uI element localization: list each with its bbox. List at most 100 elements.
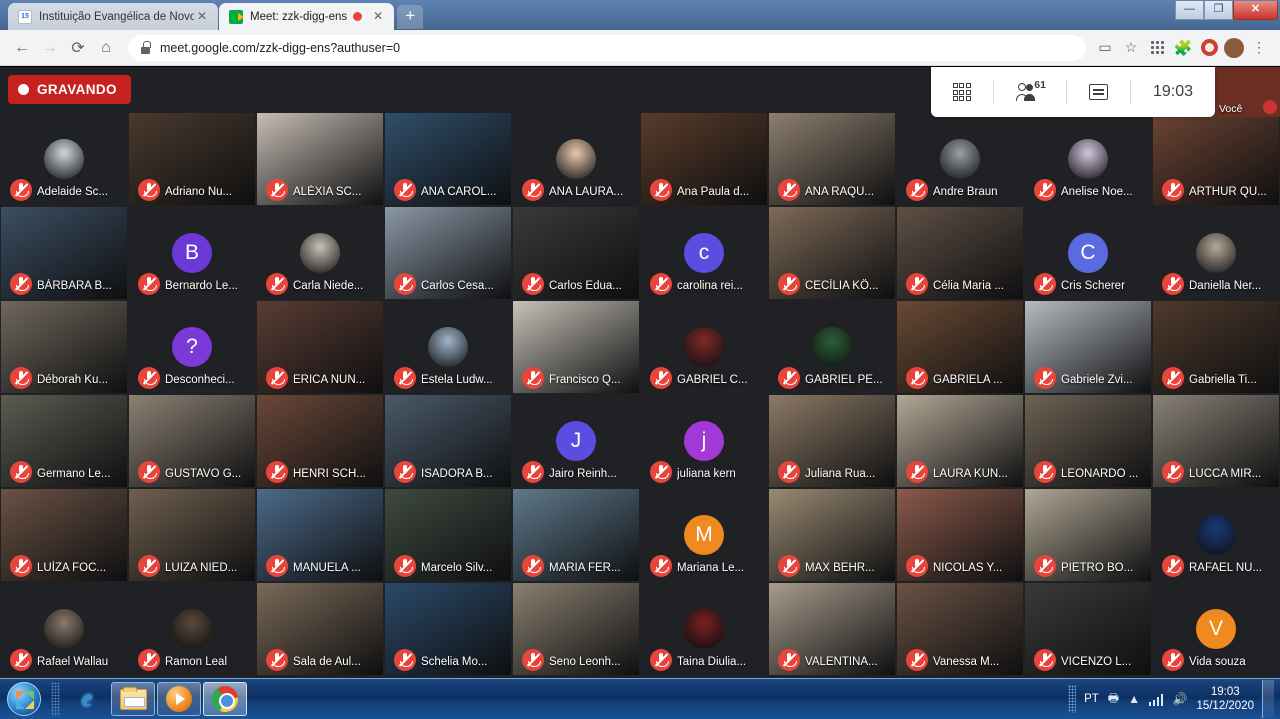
taskbar-app-file-explorer[interactable] [111, 682, 155, 716]
participant-tile[interactable]: Gabriele Zvi... [1024, 300, 1152, 394]
participant-tile[interactable]: ALÉXIA SC... [256, 112, 384, 206]
participant-tile[interactable]: Andre Braun [896, 112, 1024, 206]
participant-tile[interactable]: Anelise Noe... [1024, 112, 1152, 206]
show-desktop-button[interactable] [1262, 680, 1274, 718]
participant-tile[interactable]: Ramon Leal [128, 582, 256, 676]
apps-grid-icon[interactable] [1144, 35, 1170, 61]
close-icon[interactable]: ✕ [194, 9, 210, 25]
participant-tile[interactable]: Rafael Wallau [0, 582, 128, 676]
participant-tile[interactable]: Carlos Edua... [512, 206, 640, 300]
mic-slash [398, 653, 413, 667]
mic-slash [654, 559, 669, 573]
participant-tile[interactable]: Carla Niede... [256, 206, 384, 300]
participant-tile[interactable]: Seno Leonh... [512, 582, 640, 676]
close-icon[interactable]: ✕ [370, 9, 386, 25]
start-button[interactable] [1, 680, 47, 718]
participant-tile[interactable]: Vanessa M... [896, 582, 1024, 676]
participant-tile[interactable]: VICENZO L... [1024, 582, 1152, 676]
participant-tile[interactable]: j juliana kern [640, 394, 768, 488]
home-icon[interactable]: ⌂ [92, 34, 120, 62]
participant-tile[interactable]: ANA LAURA... [512, 112, 640, 206]
chat-button[interactable] [1067, 67, 1130, 117]
participant-tile[interactable]: ? Desconheci... [128, 300, 256, 394]
tab-meet[interactable]: Meet: zzk-digg-ens ✕ [219, 3, 395, 30]
reload-icon[interactable]: ⟳ [64, 34, 92, 62]
participant-tile[interactable]: Juliana Rua... [768, 394, 896, 488]
participant-tile[interactable]: c carolina rei... [640, 206, 768, 300]
participant-tile[interactable]: J Jairo Reinh... [512, 394, 640, 488]
participant-tile[interactable]: M Mariana Le... [640, 488, 768, 582]
show-hidden-icons-chevron[interactable]: ▲ [1128, 692, 1140, 706]
participant-tile[interactable]: BÁRBARA B... [0, 206, 128, 300]
participant-tile[interactable]: VALENTINA... [768, 582, 896, 676]
self-view-tile[interactable]: Você [1215, 67, 1280, 117]
participant-tile[interactable]: LUÍZA FOC... [0, 488, 128, 582]
participant-tile[interactable]: Daniella Ner... [1152, 206, 1280, 300]
chrome-menu-icon[interactable]: ⋮ [1246, 35, 1272, 61]
extensions-puzzle-icon[interactable]: 🧩 [1170, 35, 1196, 61]
participant-tile[interactable]: Schelia Mo... [384, 582, 512, 676]
participant-tile[interactable]: LEONARDO ... [1024, 394, 1152, 488]
participant-tile[interactable]: Estela Ludw... [384, 300, 512, 394]
participant-tile[interactable]: LUCCA MIR... [1152, 394, 1280, 488]
participant-tile[interactable]: Gabriella Ti... [1152, 300, 1280, 394]
participant-tile[interactable]: ERICA NUN... [256, 300, 384, 394]
participant-tile[interactable]: V Vida souza [1152, 582, 1280, 676]
participant-tile[interactable]: MARIA FER... [512, 488, 640, 582]
participant-tile[interactable]: Déborah Ku... [0, 300, 128, 394]
restore-button[interactable]: ❐ [1204, 1, 1233, 20]
taskbar-clock[interactable]: 19:03 15/12/2020 [1196, 685, 1254, 713]
participant-tile[interactable]: Francisco Q... [512, 300, 640, 394]
volume-icon[interactable]: 🔊 [1172, 692, 1187, 706]
participant-tile[interactable]: ANA RAQU... [768, 112, 896, 206]
participant-tile[interactable]: LUIZA NIED... [128, 488, 256, 582]
address-bar[interactable]: meet.google.com/zzk-digg-ens?authuser=0 [128, 34, 1086, 61]
participant-tile[interactable]: ANA CAROL... [384, 112, 512, 206]
avatar [1196, 233, 1236, 273]
bookmark-star-icon[interactable]: ☆ [1118, 35, 1144, 61]
participant-tile[interactable]: LAURA KUN... [896, 394, 1024, 488]
participant-tile[interactable]: Germano Le... [0, 394, 128, 488]
participant-tile[interactable]: RAFAEL NU... [1152, 488, 1280, 582]
participant-tile[interactable]: B Bernardo Le... [128, 206, 256, 300]
taskbar-app-internet-explorer[interactable]: e [65, 682, 109, 716]
camera-blocked-icon[interactable]: ▭ [1092, 35, 1118, 61]
participant-tile[interactable]: MANUELA ... [256, 488, 384, 582]
tab-instituicao[interactable]: 15 Instituição Evangélica de Novo H ✕ [8, 3, 218, 30]
participant-tile[interactable]: Carlos Cesa... [384, 206, 512, 300]
extension-badge-icon[interactable] [1196, 35, 1222, 61]
taskbar-app-google-chrome[interactable] [203, 682, 247, 716]
participant-tile[interactable]: Adelaide Sc... [0, 112, 128, 206]
participant-tile[interactable]: CECÍLIA KÖ... [768, 206, 896, 300]
participant-tile[interactable]: HENRI SCH... [256, 394, 384, 488]
mic-off-icon [138, 367, 160, 389]
participant-tile[interactable]: Adriano Nu... [128, 112, 256, 206]
participant-tile[interactable]: ISADORA B... [384, 394, 512, 488]
participant-tile[interactable]: NICOLAS Y... [896, 488, 1024, 582]
participant-tile[interactable]: GABRIEL PE... [768, 300, 896, 394]
profile-avatar[interactable] [1224, 37, 1244, 58]
minimize-button[interactable]: — [1175, 1, 1204, 20]
participant-tile[interactable]: Marcelo Silv... [384, 488, 512, 582]
taskbar-app-media-player[interactable] [157, 682, 201, 716]
participant-tile[interactable]: Sala de Aul... [256, 582, 384, 676]
forward-icon[interactable]: → [36, 34, 64, 62]
layout-grid-button[interactable] [931, 67, 993, 117]
participant-tile[interactable]: ARTHUR QU... [1152, 112, 1280, 206]
network-icon[interactable] [1148, 693, 1164, 706]
back-icon[interactable]: ← [8, 34, 36, 62]
printer-icon[interactable]: 🖶 [1108, 689, 1119, 710]
participant-tile[interactable]: GABRIEL C... [640, 300, 768, 394]
participant-tile[interactable]: Ana Paula d... [640, 112, 768, 206]
participant-tile[interactable]: MAX BEHR... [768, 488, 896, 582]
new-tab-button[interactable]: + [397, 5, 424, 29]
participant-tile[interactable]: C Cris Scherer [1024, 206, 1152, 300]
participant-tile[interactable]: PIETRO BO... [1024, 488, 1152, 582]
language-indicator[interactable]: PT [1084, 693, 1099, 705]
close-window-button[interactable]: ✕ [1233, 1, 1278, 20]
participant-tile[interactable]: GUSTAVO G... [128, 394, 256, 488]
participant-tile[interactable]: Taina Diulia... [640, 582, 768, 676]
participant-tile[interactable]: Célia Maria ... [896, 206, 1024, 300]
participant-tile[interactable]: GABRIELA ... [896, 300, 1024, 394]
participants-button[interactable]: 61 [994, 67, 1066, 117]
